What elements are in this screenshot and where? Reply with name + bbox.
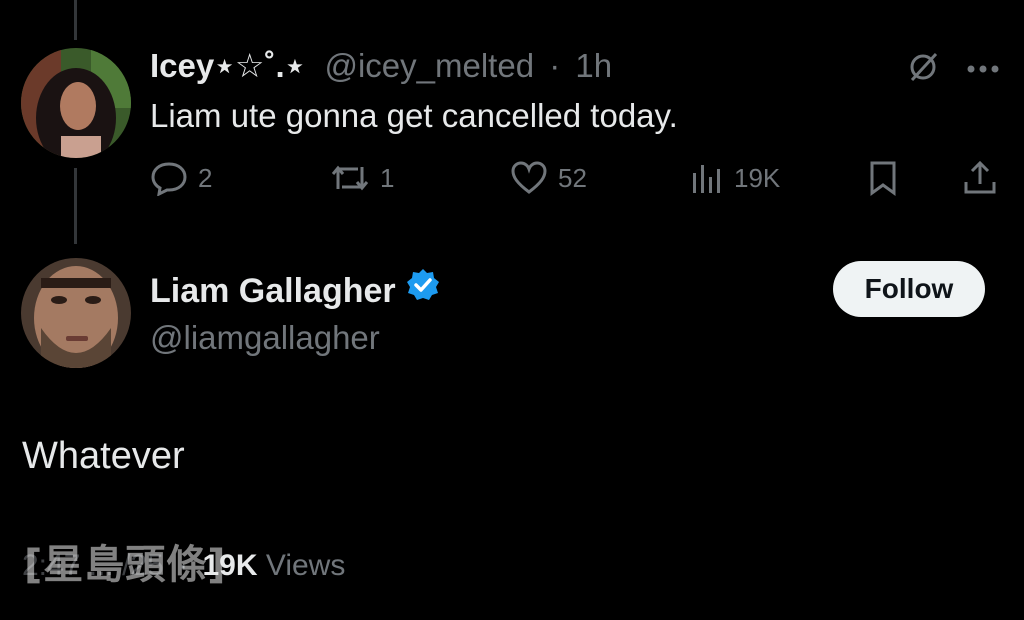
repost-button[interactable]: 1 [330,158,394,198]
tweet1-text: Liam ute gonna get cancelled today. [150,97,678,134]
thread-line-top [74,0,77,40]
avatar-liam[interactable] [21,258,131,368]
heart-icon [510,161,548,195]
like-button[interactable]: 52 [510,158,587,198]
reply-icon [150,160,188,196]
tweet2-views-label: Views [265,549,346,582]
grok-icon[interactable] [906,50,940,89]
verified-badge-icon [406,268,440,313]
views-button[interactable]: 19K [690,158,780,198]
repost-count: 1 [380,162,395,193]
thread-line-bottom [74,168,77,244]
tweet1-display-name[interactable]: Icey⋆☆˚.⋆ [150,47,305,84]
tweet1-handle[interactable]: @icey_melted [324,47,534,84]
analytics-icon [690,161,724,195]
tweet2-display-name[interactable]: Liam Gallagher [150,269,396,313]
avatar-icey[interactable] [21,48,131,158]
tweet2-display-name-row: Liam Gallagher [150,268,440,313]
reply-button[interactable]: 2 [150,158,212,198]
share-icon [962,160,998,196]
views-count: 19K [734,162,781,193]
tweet2-handle[interactable]: @liamgallagher [150,316,380,360]
tweet1-separator: · [549,47,561,84]
bookmark-icon [868,160,898,196]
repost-icon [330,161,370,195]
tweet1-header: Icey⋆☆˚.⋆ @icey_melted · 1h [150,44,612,88]
share-button[interactable] [962,158,998,198]
tweet1-time[interactable]: 1h [575,47,612,84]
tweet1-action-bar: 2 1 52 19K [150,158,1002,198]
follow-button[interactable]: Follow [833,261,985,317]
more-options-icon[interactable] [966,61,1000,79]
news-watermark: [星島頭條] [24,542,227,588]
bookmark-button[interactable] [868,158,898,198]
tweet1-top-icons [906,50,1000,89]
tweet2-text: Whatever [22,435,185,477]
like-count: 52 [558,162,587,193]
reply-count: 2 [198,162,213,193]
